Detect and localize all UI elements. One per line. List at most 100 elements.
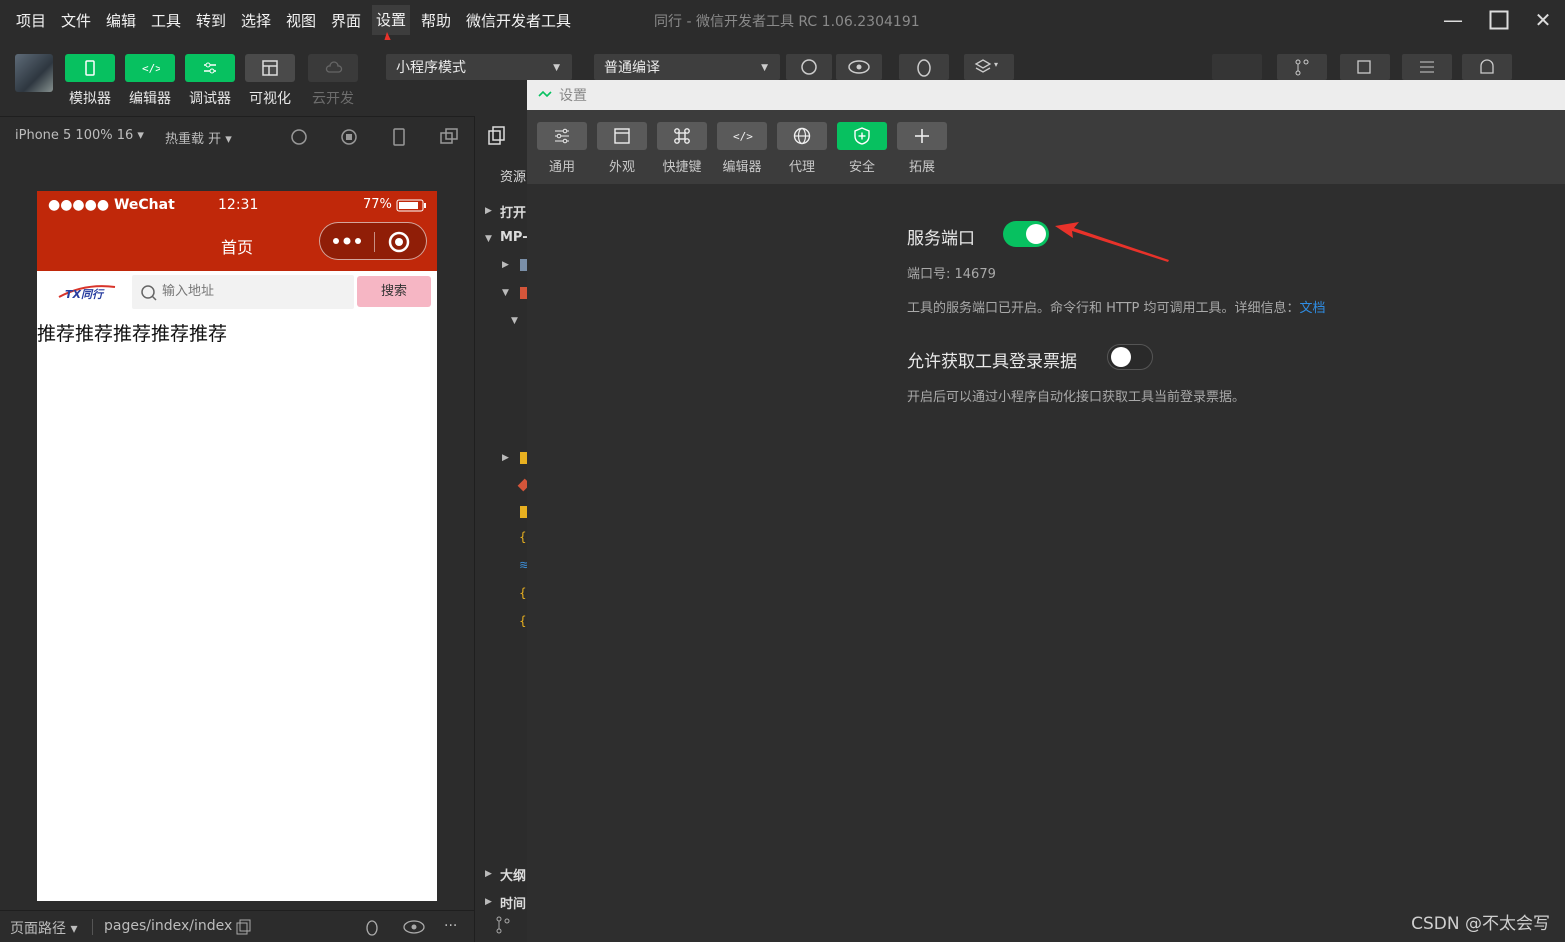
rotate-icon[interactable] bbox=[290, 128, 308, 146]
menu-edit[interactable]: 编辑 bbox=[106, 10, 136, 31]
plus-icon bbox=[915, 129, 929, 143]
search-input[interactable]: 输入地址 bbox=[132, 275, 354, 309]
copy-icon[interactable] bbox=[236, 919, 252, 935]
toggle-knob bbox=[1111, 347, 1131, 367]
toggle-knob bbox=[1026, 224, 1046, 244]
menu-select[interactable]: 选择 bbox=[241, 10, 271, 31]
menu-file[interactable]: 文件 bbox=[61, 10, 91, 31]
preview-button[interactable] bbox=[836, 54, 882, 80]
page-path-select[interactable]: 页面路径 ▾ bbox=[10, 918, 77, 938]
simulator-footer: 页面路径 ▾ pages/index/index ··· bbox=[0, 910, 474, 942]
minimize-button[interactable]: — bbox=[1438, 6, 1468, 34]
phone-navbar: ●●●●● WeChat 12:31 77% 首页 bbox=[37, 191, 437, 271]
window-icon[interactable] bbox=[440, 128, 458, 146]
menu-project[interactable]: 项目 bbox=[16, 10, 46, 31]
mode-select[interactable]: 小程序模式 ▼ bbox=[386, 54, 572, 80]
close-window-button[interactable]: ✕ bbox=[1528, 6, 1558, 34]
message-button[interactable] bbox=[1462, 54, 1512, 80]
login-ticket-title: 允许获取工具登录票据 bbox=[907, 352, 1077, 372]
tab-appearance-label: 外观 bbox=[608, 160, 635, 175]
upload-button[interactable] bbox=[1212, 54, 1262, 80]
hot-reload-select[interactable]: 热重载 开 ▾ bbox=[165, 128, 232, 147]
timeline-section[interactable]: 时间 bbox=[500, 893, 526, 912]
battery-percent: 77% bbox=[363, 197, 392, 212]
collapse-icon[interactable]: ▼ bbox=[511, 316, 518, 326]
open-editors[interactable]: 打开 bbox=[500, 202, 526, 221]
page-path-label: 页面路径 bbox=[10, 921, 66, 937]
bug-icon[interactable] bbox=[362, 917, 382, 937]
tab-shortcuts[interactable] bbox=[657, 122, 707, 150]
menu-goto[interactable]: 转到 bbox=[196, 10, 226, 31]
expand-icon[interactable]: ▶ bbox=[485, 869, 492, 879]
capsule-menu[interactable] bbox=[319, 222, 427, 260]
svg-text:</>: </> bbox=[142, 62, 160, 75]
maximize-button[interactable] bbox=[1484, 6, 1514, 34]
expand-icon[interactable]: ▶ bbox=[485, 206, 492, 216]
project-root[interactable]: MP- bbox=[500, 230, 528, 245]
cloud-dev-button[interactable] bbox=[308, 54, 358, 82]
window-icon bbox=[614, 128, 630, 144]
menu-view[interactable]: 视图 bbox=[286, 10, 316, 31]
files-icon[interactable] bbox=[487, 126, 507, 146]
file-explorer: 资源 ▶ 打开 ▼ MP- ▶ ▼ ▼ ▶ { ≋ { { ▶ 大纲 ▶ 时间 bbox=[474, 116, 531, 942]
tab-security[interactable] bbox=[837, 122, 887, 150]
clear-cache-button[interactable]: ▾ bbox=[964, 54, 1014, 80]
version-button[interactable] bbox=[1277, 54, 1327, 80]
more-icon[interactable]: ··· bbox=[444, 918, 457, 934]
more-dots-icon[interactable] bbox=[332, 235, 362, 247]
collapse-icon[interactable]: ▼ bbox=[502, 288, 509, 298]
expand-icon[interactable]: ▶ bbox=[485, 897, 492, 907]
menu-tools[interactable]: 工具 bbox=[151, 10, 181, 31]
refresh-button[interactable] bbox=[786, 54, 832, 80]
carrier: ●●●●● WeChat bbox=[48, 197, 175, 213]
device-icon[interactable] bbox=[390, 128, 408, 146]
tab-extensions[interactable] bbox=[897, 122, 947, 150]
recommend-text: 推荐推荐推荐推荐推荐 bbox=[37, 323, 228, 345]
window-title: 同行 - 微信开发者工具 RC 1.06.2304191 bbox=[654, 14, 920, 30]
compile-select[interactable]: 普通编译 ▼ bbox=[594, 54, 780, 80]
search-button[interactable]: 搜索 bbox=[357, 276, 431, 307]
avatar[interactable] bbox=[15, 54, 53, 92]
outline-section[interactable]: 大纲 bbox=[500, 865, 526, 884]
close-miniprogram-icon[interactable] bbox=[388, 231, 410, 253]
login-ticket-toggle[interactable] bbox=[1107, 344, 1153, 370]
expand-icon[interactable]: ▶ bbox=[502, 453, 509, 463]
menu-button[interactable] bbox=[1402, 54, 1452, 80]
search-placeholder: 输入地址 bbox=[162, 284, 215, 299]
wechat-devtools-icon bbox=[538, 90, 552, 98]
record-icon[interactable] bbox=[340, 128, 358, 146]
tab-editor[interactable]: </> bbox=[717, 122, 767, 150]
menu-interface[interactable]: 界面 bbox=[331, 10, 361, 31]
code-icon: </> bbox=[733, 130, 753, 143]
detail-button[interactable] bbox=[1340, 54, 1390, 80]
clock: 12:31 bbox=[218, 197, 259, 213]
tab-general-label: 通用 bbox=[548, 160, 575, 175]
debugger-toggle[interactable] bbox=[185, 54, 235, 82]
explorer-header: 资源 bbox=[500, 170, 527, 185]
cloud-icon bbox=[325, 61, 343, 73]
menu-wechat-devtools[interactable]: 微信开发者工具 bbox=[466, 10, 571, 31]
tab-extensions-label: 拓展 bbox=[908, 160, 935, 175]
collapse-icon[interactable]: ▼ bbox=[485, 234, 492, 244]
phone-screen: ●●●●● WeChat 12:31 77% 首页 TX同行 输入地址 搜索 推… bbox=[37, 191, 437, 901]
docs-link[interactable]: 文档 bbox=[1300, 301, 1326, 316]
real-device-debug-button[interactable] bbox=[899, 54, 949, 80]
visual-toggle[interactable] bbox=[245, 54, 295, 82]
tab-general[interactable] bbox=[537, 122, 587, 150]
cloud-dev-label: 云开发 bbox=[312, 91, 354, 107]
tab-appearance[interactable] bbox=[597, 122, 647, 150]
expand-icon[interactable]: ▶ bbox=[502, 260, 509, 270]
editor-toggle[interactable]: </> bbox=[125, 54, 175, 82]
json-icon: { bbox=[519, 530, 527, 544]
shield-icon bbox=[854, 127, 870, 145]
service-port-toggle[interactable] bbox=[1003, 221, 1049, 247]
eye-icon[interactable] bbox=[403, 917, 425, 937]
menu-help[interactable]: 帮助 bbox=[421, 10, 451, 31]
simulator-toggle[interactable] bbox=[65, 54, 115, 82]
mode-select-value: 小程序模式 bbox=[396, 60, 466, 76]
settings-titlebar: 设置 bbox=[527, 80, 1565, 110]
phone-icon bbox=[85, 60, 95, 76]
compile-select-value: 普通编译 bbox=[604, 60, 660, 76]
device-select[interactable]: iPhone 5 100% 16 ▾ bbox=[15, 128, 144, 143]
tab-proxy[interactable] bbox=[777, 122, 827, 150]
